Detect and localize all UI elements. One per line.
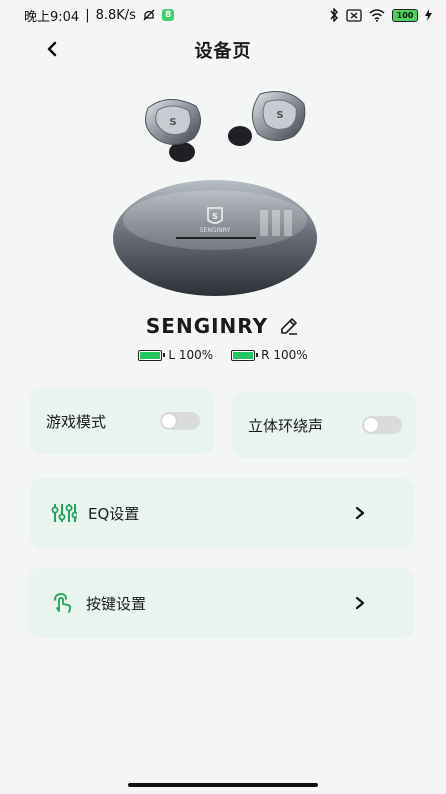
wifi-icon — [369, 8, 385, 22]
status-network-speed: 8.8K/s — [95, 7, 136, 23]
header: 设备页 — [0, 32, 446, 68]
right-battery: R 100% — [231, 348, 308, 362]
back-button[interactable] — [40, 34, 64, 64]
surround-sound-card: 立体环绕声 — [232, 392, 416, 458]
device-name: SENGINRY — [145, 314, 269, 338]
right-earbud: S — [228, 91, 306, 146]
pencil-icon — [281, 318, 298, 335]
svg-text:S: S — [169, 117, 176, 128]
case-brand-text: SENGINRY — [200, 227, 231, 234]
status-battery: 100 — [392, 8, 418, 22]
charging-case: S SENGINRY — [113, 180, 317, 296]
bluetooth-icon — [330, 8, 338, 22]
status-time: 晚上9:04 — [24, 9, 80, 25]
switch-knob — [162, 414, 176, 428]
earbud-battery-row: L 100% R 100% — [0, 348, 446, 362]
status-app-badge: 8 — [161, 9, 175, 21]
svg-text:S: S — [212, 212, 218, 221]
game-mode-label: 游戏模式 — [46, 412, 107, 431]
surround-sound-switch[interactable] — [362, 416, 402, 434]
earbuds-product-image: S S S SENGINRY — [113, 91, 317, 296]
mute-notification-icon — [143, 9, 155, 21]
svg-text:S: S — [276, 110, 283, 121]
key-settings-label: 按键设置 — [86, 594, 147, 613]
chevron-right-icon — [354, 595, 366, 611]
left-earbud: S — [145, 99, 201, 162]
key-settings-item[interactable]: 按键设置 — [28, 568, 414, 638]
device-name-row: SENGINRY — [0, 314, 446, 338]
charging-icon — [425, 9, 432, 21]
equalizer-icon — [50, 499, 78, 527]
status-right: 100 — [329, 8, 432, 22]
game-mode-card: 游戏模式 — [30, 388, 214, 454]
home-indicator[interactable] — [128, 783, 318, 787]
right-battery-icon — [231, 349, 259, 361]
eq-settings-label: EQ设置 — [88, 504, 140, 523]
left-battery-icon — [138, 349, 166, 361]
no-sim-icon — [346, 8, 362, 22]
right-battery-label: R 100% — [261, 348, 308, 362]
touch-gesture-icon — [48, 589, 76, 617]
surround-sound-label: 立体环绕声 — [248, 416, 324, 435]
game-mode-switch[interactable] — [160, 412, 200, 430]
rename-button[interactable] — [278, 315, 300, 337]
status-bar: 晚上9:04 | 8.8K/s 8 100 — [0, 0, 446, 30]
left-battery: L 100% — [138, 348, 213, 362]
chevron-right-icon — [354, 505, 366, 521]
page-title: 设备页 — [194, 41, 252, 62]
status-separator: | — [85, 7, 90, 23]
eq-settings-item[interactable]: EQ设置 — [30, 478, 414, 548]
chevron-left-icon — [47, 41, 57, 57]
status-left: 晚上9:04 | 8.8K/s 8 — [24, 6, 175, 25]
left-battery-label: L 100% — [168, 348, 214, 362]
switch-knob — [364, 418, 378, 432]
